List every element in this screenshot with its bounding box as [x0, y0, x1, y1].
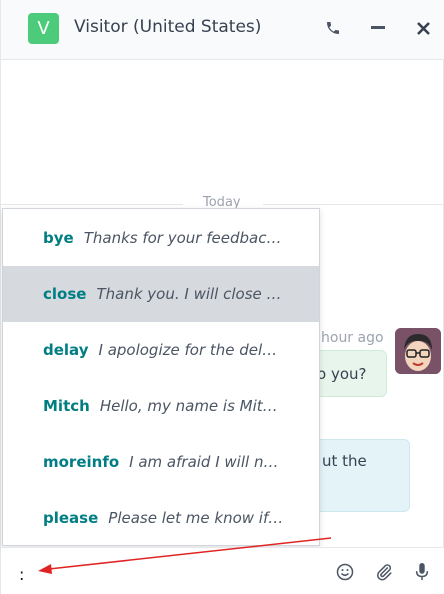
message-bubble-agent: o you?: [311, 350, 387, 397]
separator-line-left: [1, 204, 183, 205]
canned-response-item[interactable]: please Please let me know if…: [3, 490, 319, 546]
emoji-icon[interactable]: [335, 562, 355, 582]
chat-window: V Visitor (United States) Today hour ago…: [0, 0, 444, 594]
canned-response-keyword: Mitch: [43, 397, 90, 415]
canned-response-keyword: please: [43, 509, 99, 527]
canned-response-text: Please let me know if…: [108, 509, 284, 527]
minimize-icon[interactable]: [368, 18, 388, 38]
paperclip-icon[interactable]: [374, 562, 394, 582]
canned-response-item[interactable]: Mitch Hello, my name is Mit…: [3, 378, 319, 434]
separator-line-right: [263, 204, 444, 205]
canned-response-text: Thanks for your feedbac…: [83, 229, 282, 247]
message-input[interactable]: :: [19, 565, 24, 584]
canned-response-text: Hello, my name is Mit…: [99, 397, 278, 415]
canned-response-text: I am afraid I will n…: [129, 453, 279, 471]
canned-response-keyword: moreinfo: [43, 453, 120, 471]
canned-response-text: I apologize for the del…: [98, 341, 278, 359]
canned-response-keyword: close: [43, 285, 87, 303]
canned-responses-popover: bye Thanks for your feedbac… close Thank…: [2, 208, 320, 546]
canned-response-item-selected[interactable]: close Thank you. I will close …: [3, 266, 319, 322]
visitor-avatar: V: [28, 13, 59, 44]
message-bubble-visitor: ut the: [311, 439, 410, 512]
phone-icon[interactable]: [323, 18, 343, 38]
canned-response-text: Thank you. I will close …: [96, 285, 282, 303]
canned-response-keyword: delay: [43, 341, 89, 359]
agent-avatar: [395, 328, 441, 374]
chat-title[interactable]: Visitor (United States): [74, 17, 261, 37]
close-icon[interactable]: [413, 18, 433, 38]
canned-response-keyword: bye: [43, 229, 74, 247]
message-time: hour ago: [321, 330, 384, 346]
canned-response-item[interactable]: moreinfo I am afraid I will n…: [3, 434, 319, 490]
canned-response-item[interactable]: bye Thanks for your feedbac…: [3, 210, 319, 266]
chat-header: V Visitor (United States): [1, 0, 444, 60]
microphone-icon[interactable]: [412, 562, 432, 582]
canned-response-item[interactable]: delay I apologize for the del…: [3, 322, 319, 378]
